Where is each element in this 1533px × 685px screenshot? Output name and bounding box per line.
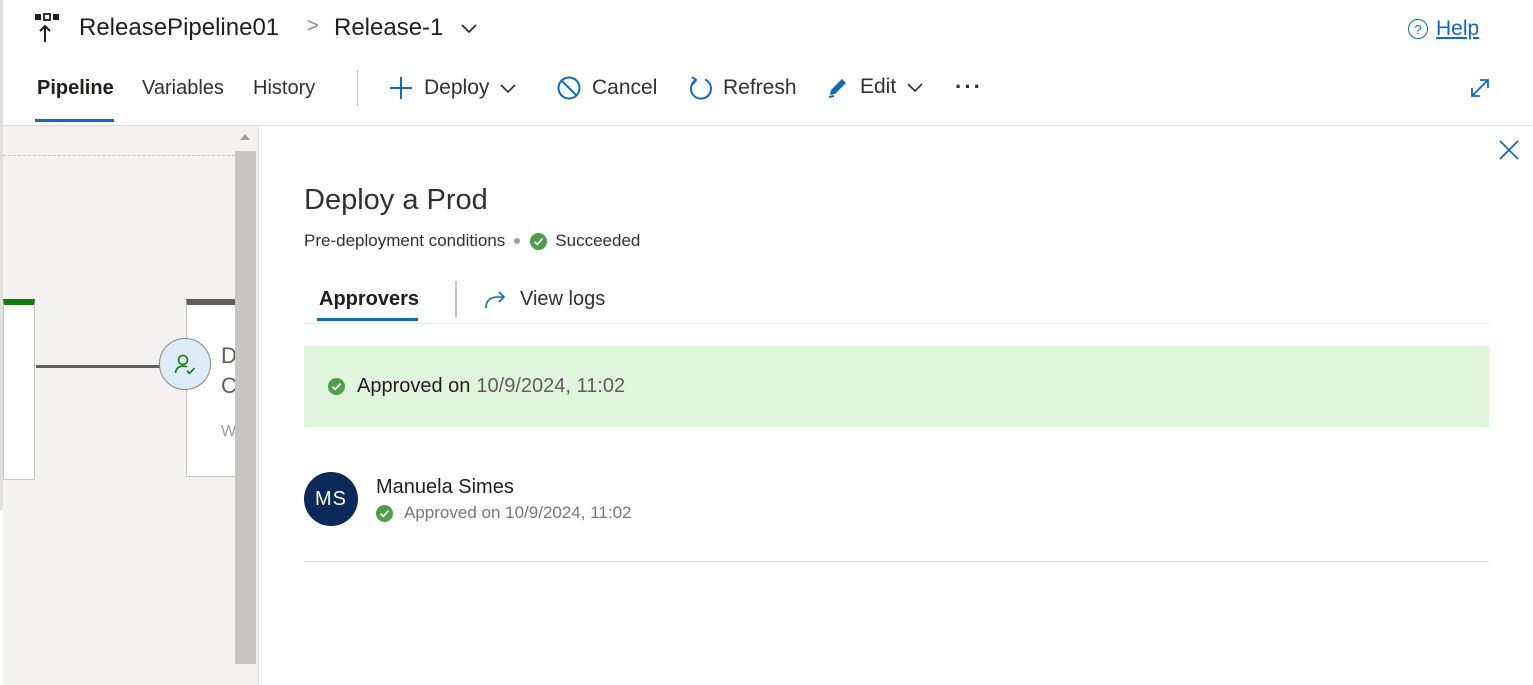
banner-text: Approved on — [357, 375, 471, 397]
tab-history[interactable]: History — [253, 77, 315, 100]
pipeline-icon — [35, 13, 59, 42]
stage-card-previous[interactable] — [3, 299, 35, 480]
canvas-divider — [3, 155, 235, 156]
approver-name: Manuela Simes — [376, 476, 514, 498]
tab-pipeline[interactable]: Pipeline — [37, 77, 114, 100]
share-arrow-icon — [485, 290, 506, 308]
panel-subtitle: Pre-deployment conditions Succeeded — [304, 231, 640, 251]
panel-title: Deploy a Prod — [304, 184, 488, 216]
release-name-breadcrumb[interactable]: Release-1 — [334, 14, 443, 42]
scrollbar-thumb[interactable] — [235, 151, 256, 664]
chevron-down-icon[interactable] — [460, 22, 478, 34]
tab-approvers[interactable]: Approvers — [319, 288, 419, 311]
canvas-scrollbar[interactable] — [235, 126, 258, 685]
approvers-tab-indicator — [317, 318, 418, 321]
help-label[interactable]: Help — [1436, 17, 1479, 41]
pencil-icon — [828, 79, 846, 98]
chevron-down-icon — [907, 83, 923, 93]
success-check-icon — [328, 378, 345, 395]
help-circle-icon: ? — [1408, 19, 1428, 39]
user-approved-icon — [174, 354, 196, 375]
success-check-icon — [530, 232, 548, 250]
separator-dot — [514, 238, 521, 244]
conditions-label: Pre-deployment conditions — [304, 231, 506, 250]
cancel-button[interactable]: Cancel — [556, 75, 657, 101]
pre-deployment-approval-node[interactable] — [159, 338, 211, 390]
view-logs-link[interactable]: View logs — [484, 288, 605, 311]
cancel-icon — [557, 76, 581, 100]
cancel-label: Cancel — [592, 76, 658, 99]
deploy-label: Deploy — [424, 76, 490, 99]
stage-status-text: W — [221, 423, 237, 440]
help-link[interactable]: ? Help — [1408, 17, 1479, 41]
toolbar-divider — [357, 70, 358, 106]
chevron-right-icon: > — [307, 15, 319, 37]
chevron-down-icon — [500, 84, 516, 94]
expand-icon[interactable] — [1469, 77, 1491, 99]
active-tab-indicator — [35, 119, 114, 122]
close-icon[interactable] — [1497, 138, 1521, 162]
scroll-up-arrow-icon[interactable] — [240, 134, 250, 140]
stage-connector — [36, 365, 166, 368]
panel-tabs-border — [304, 323, 1489, 324]
edit-button[interactable]: Edit — [826, 75, 924, 99]
approver-row-divider — [304, 561, 1489, 562]
more-actions-button[interactable]: ··· — [955, 74, 983, 100]
refresh-icon — [690, 76, 712, 100]
approver-status: Approved on 10/9/2024, 11:02 — [376, 503, 631, 523]
status-text: Succeeded — [555, 231, 641, 250]
deploy-button[interactable]: Deploy — [388, 75, 517, 101]
view-logs-label: View logs — [520, 288, 606, 310]
approval-status-banner: Approved on 10/9/2024, 11:02 — [304, 346, 1489, 427]
edit-label: Edit — [860, 75, 897, 98]
banner-date: 10/9/2024, 11:02 — [476, 375, 626, 397]
refresh-label: Refresh — [723, 76, 797, 99]
pipeline-canvas[interactable]: D C W — [3, 126, 258, 685]
panel-tab-divider — [455, 281, 457, 317]
header: ReleasePipeline01 > Release-1 ? Help — [0, 0, 1533, 60]
success-check-icon — [376, 504, 393, 522]
approver-status-text: Approved on 10/9/2024, 11:02 — [404, 503, 632, 522]
tab-variables[interactable]: Variables — [142, 77, 224, 100]
pipeline-name-breadcrumb[interactable]: ReleasePipeline01 — [79, 14, 279, 42]
avatar: MS — [304, 472, 358, 526]
refresh-button[interactable]: Refresh — [689, 75, 797, 101]
plus-icon — [390, 77, 412, 99]
more-icon: ··· — [955, 74, 983, 99]
